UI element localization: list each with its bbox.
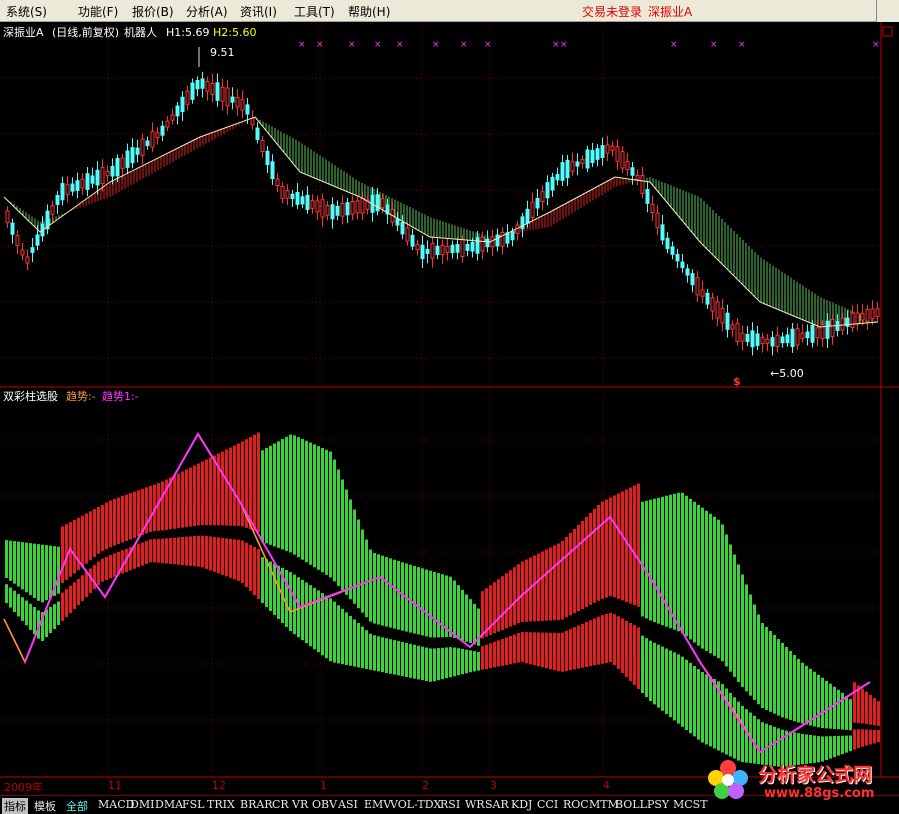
- tab-roc[interactable]: ROC: [563, 798, 589, 811]
- svg-text:×: ×: [432, 40, 440, 50]
- svg-text:×: ×: [872, 40, 880, 50]
- high-price-label: 9.51: [210, 46, 235, 59]
- menu-system[interactable]: 系统(S): [6, 3, 47, 20]
- tab-trix[interactable]: TRIX: [207, 798, 235, 811]
- tab-indicator[interactable]: 指标: [2, 798, 28, 814]
- tab-asi[interactable]: ASI: [338, 798, 358, 811]
- tab-template[interactable]: 模板: [34, 798, 56, 814]
- tab-obv[interactable]: OBV: [312, 798, 337, 811]
- svg-text:×: ×: [316, 40, 324, 50]
- x-label-11: 11: [108, 779, 122, 792]
- menu-tools[interactable]: 工具(T): [294, 3, 335, 20]
- tab-all[interactable]: 全部: [66, 798, 88, 814]
- watermark-brand: 分析家公式网: [758, 764, 873, 786]
- low-price-label: ←5.00: [770, 367, 804, 380]
- trend1-legend: 趋势1:-: [102, 390, 139, 403]
- tab-boll[interactable]: BOLL: [615, 798, 647, 811]
- svg-text:×: ×: [348, 40, 356, 50]
- tab-macd[interactable]: MACD: [98, 798, 134, 811]
- x-label-4: 4: [603, 779, 610, 792]
- x-label-2: 2: [422, 779, 429, 792]
- current-stock: 深振业A: [648, 5, 693, 19]
- svg-text:×: ×: [738, 40, 746, 50]
- svg-text:×: ×: [670, 40, 678, 50]
- period-label: (日线,前复权): [52, 26, 120, 39]
- svg-text:×: ×: [484, 40, 492, 50]
- window-button[interactable]: [876, 0, 899, 22]
- svg-text:×: ×: [298, 40, 306, 50]
- x-label-2009: 2009年: [4, 781, 43, 794]
- x-label-3: 3: [490, 779, 497, 792]
- tab-rsi[interactable]: RSI: [440, 798, 460, 811]
- watermark-url: www.88gs.com: [764, 786, 875, 801]
- tab-fsl[interactable]: FSL: [182, 798, 204, 811]
- buy-signal-marker: $: [733, 375, 741, 388]
- menu-info[interactable]: 资讯(I): [240, 3, 277, 20]
- svg-text:×: ×: [710, 40, 718, 50]
- trend-legend: 趋势:-: [66, 390, 96, 403]
- tab-cci[interactable]: CCI: [537, 798, 558, 811]
- tab-dma[interactable]: DMA: [155, 798, 183, 811]
- svg-text:×: ×: [374, 40, 382, 50]
- svg-text:×: ×: [560, 40, 568, 50]
- stock-title: 深振业A: [3, 26, 44, 39]
- tab-brar[interactable]: BRAR: [240, 798, 273, 811]
- watermark-logo: 分析家公式网 www.88gs.com: [700, 754, 899, 804]
- chart-canvas[interactable]: × × × × × × × × × × × × × ×: [0, 22, 899, 795]
- tab-cr[interactable]: CR: [272, 798, 289, 811]
- tab-vr[interactable]: VR: [292, 798, 308, 811]
- tab-emv[interactable]: EMV: [364, 798, 391, 811]
- menu-quote[interactable]: 报价(B): [132, 3, 174, 20]
- flower-icon: [708, 760, 748, 799]
- tab-kdj[interactable]: KDJ: [511, 798, 532, 811]
- x-label-1: 1: [320, 779, 327, 792]
- svg-text:×: ×: [552, 40, 560, 50]
- menu-bar: 系统(S) 功能(F) 报价(B) 分析(A) 资讯(I) 工具(T) 帮助(H…: [0, 0, 899, 22]
- menu-function[interactable]: 功能(F): [78, 3, 118, 20]
- x-label-12: 12: [212, 779, 226, 792]
- indicator-panel-title: 双彩柱选股: [3, 390, 58, 403]
- tab-psy[interactable]: PSY: [647, 798, 669, 811]
- indicator-name: 机器人: [124, 26, 157, 39]
- menu-help[interactable]: 帮助(H): [348, 3, 390, 20]
- tab-wr[interactable]: WR: [465, 798, 485, 811]
- svg-text:×: ×: [396, 40, 404, 50]
- svg-text:×: ×: [460, 40, 468, 50]
- tab-sar[interactable]: SAR: [485, 798, 509, 811]
- h1-label: H1:5.69: [166, 26, 210, 39]
- h2-label: H2:5.60: [213, 26, 257, 39]
- tab-dmi[interactable]: DMI: [130, 798, 154, 811]
- menu-analysis[interactable]: 分析(A): [186, 3, 228, 20]
- tab-vol-tdx[interactable]: VOL-TDX: [390, 798, 441, 811]
- login-status: 交易未登录: [582, 5, 643, 19]
